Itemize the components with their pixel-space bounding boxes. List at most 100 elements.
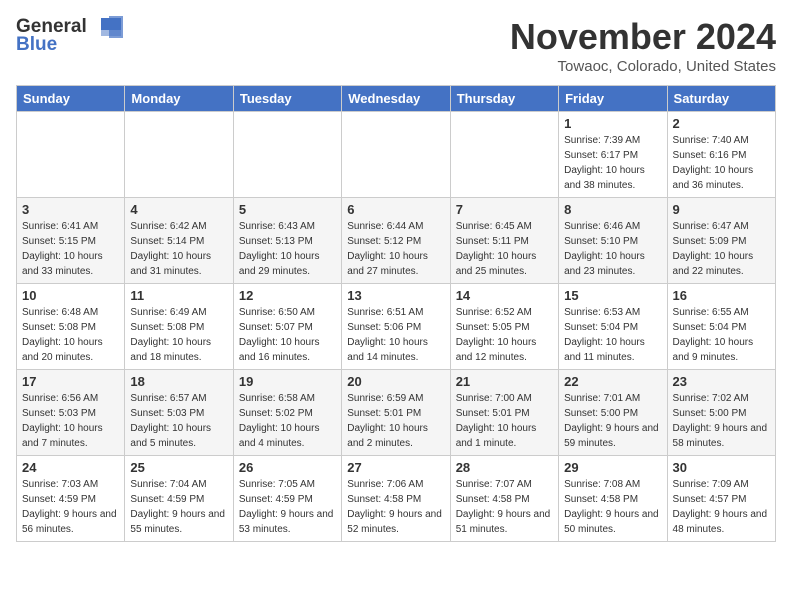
calendar-week-5: 24 Sunrise: 7:03 AM Sunset: 4:59 PM Dayli… <box>17 456 776 542</box>
cell-info: Sunrise: 6:46 AM Sunset: 5:10 PM Dayligh… <box>564 219 661 279</box>
calendar-cell: 19 Sunrise: 6:58 AM Sunset: 5:02 PM Dayli… <box>233 370 341 456</box>
calendar-cell: 16Sunrise: 6:55 AM Sunset: 5:04 PM Dayli… <box>667 284 775 370</box>
day-number: 5 <box>239 202 336 217</box>
cell-info: Sunrise: 7:00 AM Sunset: 5:01 PM Dayligh… <box>456 391 553 451</box>
calendar-week-1: 1Sunrise: 7:39 AM Sunset: 6:17 PM Daylig… <box>17 112 776 198</box>
cell-info: Sunrise: 7:09 AM Sunset: 4:57 PM Dayligh… <box>673 477 770 537</box>
calendar-cell: 7 Sunrise: 6:45 AM Sunset: 5:11 PM Daylig… <box>450 198 558 284</box>
day-number: 30 <box>673 460 770 475</box>
day-number: 22 <box>564 374 661 389</box>
header-day-sunday: Sunday <box>17 86 125 112</box>
day-number: 16 <box>673 288 770 303</box>
page-header: General Blue November 2024 Towaoc, Color… <box>16 16 776 75</box>
cell-info: Sunrise: 6:57 AM Sunset: 5:03 PM Dayligh… <box>130 391 227 451</box>
day-number: 3 <box>22 202 119 217</box>
day-number: 25 <box>130 460 227 475</box>
cell-info: Sunrise: 7:04 AM Sunset: 4:59 PM Dayligh… <box>130 477 227 537</box>
day-number: 10 <box>22 288 119 303</box>
header-day-wednesday: Wednesday <box>342 86 450 112</box>
day-number: 4 <box>130 202 227 217</box>
calendar-cell: 6 Sunrise: 6:44 AM Sunset: 5:12 PM Daylig… <box>342 198 450 284</box>
day-number: 6 <box>347 202 444 217</box>
cell-info: Sunrise: 6:45 AM Sunset: 5:11 PM Dayligh… <box>456 219 553 279</box>
calendar-header-row: SundayMondayTuesdayWednesdayThursdayFrid… <box>17 86 776 112</box>
calendar-cell <box>17 112 125 198</box>
calendar-cell <box>233 112 341 198</box>
calendar-cell: 2 Sunrise: 7:40 AM Sunset: 6:16 PM Daylig… <box>667 112 775 198</box>
cell-info: Sunrise: 7:06 AM Sunset: 4:58 PM Dayligh… <box>347 477 444 537</box>
cell-info: Sunrise: 7:07 AM Sunset: 4:58 PM Dayligh… <box>456 477 553 537</box>
day-number: 26 <box>239 460 336 475</box>
cell-info: Sunrise: 7:02 AM Sunset: 5:00 PM Dayligh… <box>673 391 770 451</box>
day-number: 7 <box>456 202 553 217</box>
location-title: Towaoc, Colorado, United States <box>510 58 776 75</box>
day-number: 13 <box>347 288 444 303</box>
cell-info: Sunrise: 7:03 AM Sunset: 4:59 PM Dayligh… <box>22 477 119 537</box>
calendar-cell: 10 Sunrise: 6:48 AM Sunset: 5:08 PM Dayli… <box>17 284 125 370</box>
calendar-cell: 14Sunrise: 6:52 AM Sunset: 5:05 PM Dayli… <box>450 284 558 370</box>
cell-info: Sunrise: 6:49 AM Sunset: 5:08 PM Dayligh… <box>130 305 227 365</box>
header-day-monday: Monday <box>125 86 233 112</box>
cell-info: Sunrise: 7:05 AM Sunset: 4:59 PM Dayligh… <box>239 477 336 537</box>
day-number: 24 <box>22 460 119 475</box>
calendar-cell: 8 Sunrise: 6:46 AM Sunset: 5:10 PM Daylig… <box>559 198 667 284</box>
day-number: 14 <box>456 288 553 303</box>
calendar-table: SundayMondayTuesdayWednesdayThursdayFrid… <box>16 85 776 542</box>
calendar-cell: 30 Sunrise: 7:09 AM Sunset: 4:57 PM Dayli… <box>667 456 775 542</box>
cell-info: Sunrise: 6:44 AM Sunset: 5:12 PM Dayligh… <box>347 219 444 279</box>
month-title: November 2024 <box>510 16 776 58</box>
cell-info: Sunrise: 6:58 AM Sunset: 5:02 PM Dayligh… <box>239 391 336 451</box>
day-number: 17 <box>22 374 119 389</box>
calendar-cell: 12Sunrise: 6:50 AM Sunset: 5:07 PM Dayli… <box>233 284 341 370</box>
header-day-tuesday: Tuesday <box>233 86 341 112</box>
calendar-cell: 26 Sunrise: 7:05 AM Sunset: 4:59 PM Dayli… <box>233 456 341 542</box>
calendar-cell: 17 Sunrise: 6:56 AM Sunset: 5:03 PM Dayli… <box>17 370 125 456</box>
cell-info: Sunrise: 6:53 AM Sunset: 5:04 PM Dayligh… <box>564 305 661 365</box>
calendar-cell: 22 Sunrise: 7:01 AM Sunset: 5:00 PM Dayli… <box>559 370 667 456</box>
title-area: November 2024 Towaoc, Colorado, United S… <box>510 16 776 75</box>
cell-info: Sunrise: 7:08 AM Sunset: 4:58 PM Dayligh… <box>564 477 661 537</box>
calendar-cell: 11 Sunrise: 6:49 AM Sunset: 5:08 PM Dayli… <box>125 284 233 370</box>
day-number: 19 <box>239 374 336 389</box>
calendar-cell: 15 Sunrise: 6:53 AM Sunset: 5:04 PM Dayli… <box>559 284 667 370</box>
calendar-cell <box>450 112 558 198</box>
calendar-cell: 18Sunrise: 6:57 AM Sunset: 5:03 PM Dayli… <box>125 370 233 456</box>
cell-info: Sunrise: 6:41 AM Sunset: 5:15 PM Dayligh… <box>22 219 119 279</box>
header-day-saturday: Saturday <box>667 86 775 112</box>
cell-info: Sunrise: 6:51 AM Sunset: 5:06 PM Dayligh… <box>347 305 444 365</box>
cell-info: Sunrise: 7:40 AM Sunset: 6:16 PM Dayligh… <box>673 133 770 193</box>
cell-info: Sunrise: 6:47 AM Sunset: 5:09 PM Dayligh… <box>673 219 770 279</box>
calendar-cell: 9 Sunrise: 6:47 AM Sunset: 5:09 PM Daylig… <box>667 198 775 284</box>
day-number: 28 <box>456 460 553 475</box>
day-number: 23 <box>673 374 770 389</box>
logo-icon <box>91 16 123 38</box>
day-number: 2 <box>673 116 770 131</box>
cell-info: Sunrise: 6:59 AM Sunset: 5:01 PM Dayligh… <box>347 391 444 451</box>
cell-info: Sunrise: 6:43 AM Sunset: 5:13 PM Dayligh… <box>239 219 336 279</box>
cell-info: Sunrise: 6:42 AM Sunset: 5:14 PM Dayligh… <box>130 219 227 279</box>
logo: General Blue <box>16 16 123 56</box>
calendar-cell: 24 Sunrise: 7:03 AM Sunset: 4:59 PM Dayli… <box>17 456 125 542</box>
day-number: 9 <box>673 202 770 217</box>
day-number: 20 <box>347 374 444 389</box>
day-number: 12 <box>239 288 336 303</box>
calendar-cell: 21Sunrise: 7:00 AM Sunset: 5:01 PM Dayli… <box>450 370 558 456</box>
calendar-cell: 27Sunrise: 7:06 AM Sunset: 4:58 PM Dayli… <box>342 456 450 542</box>
day-number: 15 <box>564 288 661 303</box>
logo-blue: Blue <box>16 34 57 56</box>
cell-info: Sunrise: 6:48 AM Sunset: 5:08 PM Dayligh… <box>22 305 119 365</box>
calendar-cell: 29 Sunrise: 7:08 AM Sunset: 4:58 PM Dayli… <box>559 456 667 542</box>
day-number: 29 <box>564 460 661 475</box>
calendar-cell <box>342 112 450 198</box>
day-number: 8 <box>564 202 661 217</box>
calendar-cell: 3 Sunrise: 6:41 AM Sunset: 5:15 PM Daylig… <box>17 198 125 284</box>
day-number: 1 <box>564 116 661 131</box>
calendar-week-4: 17 Sunrise: 6:56 AM Sunset: 5:03 PM Dayli… <box>17 370 776 456</box>
cell-info: Sunrise: 6:56 AM Sunset: 5:03 PM Dayligh… <box>22 391 119 451</box>
header-day-thursday: Thursday <box>450 86 558 112</box>
day-number: 11 <box>130 288 227 303</box>
calendar-cell: 1Sunrise: 7:39 AM Sunset: 6:17 PM Daylig… <box>559 112 667 198</box>
calendar-cell: 20 Sunrise: 6:59 AM Sunset: 5:01 PM Dayli… <box>342 370 450 456</box>
calendar-cell: 28 Sunrise: 7:07 AM Sunset: 4:58 PM Dayli… <box>450 456 558 542</box>
cell-info: Sunrise: 7:01 AM Sunset: 5:00 PM Dayligh… <box>564 391 661 451</box>
